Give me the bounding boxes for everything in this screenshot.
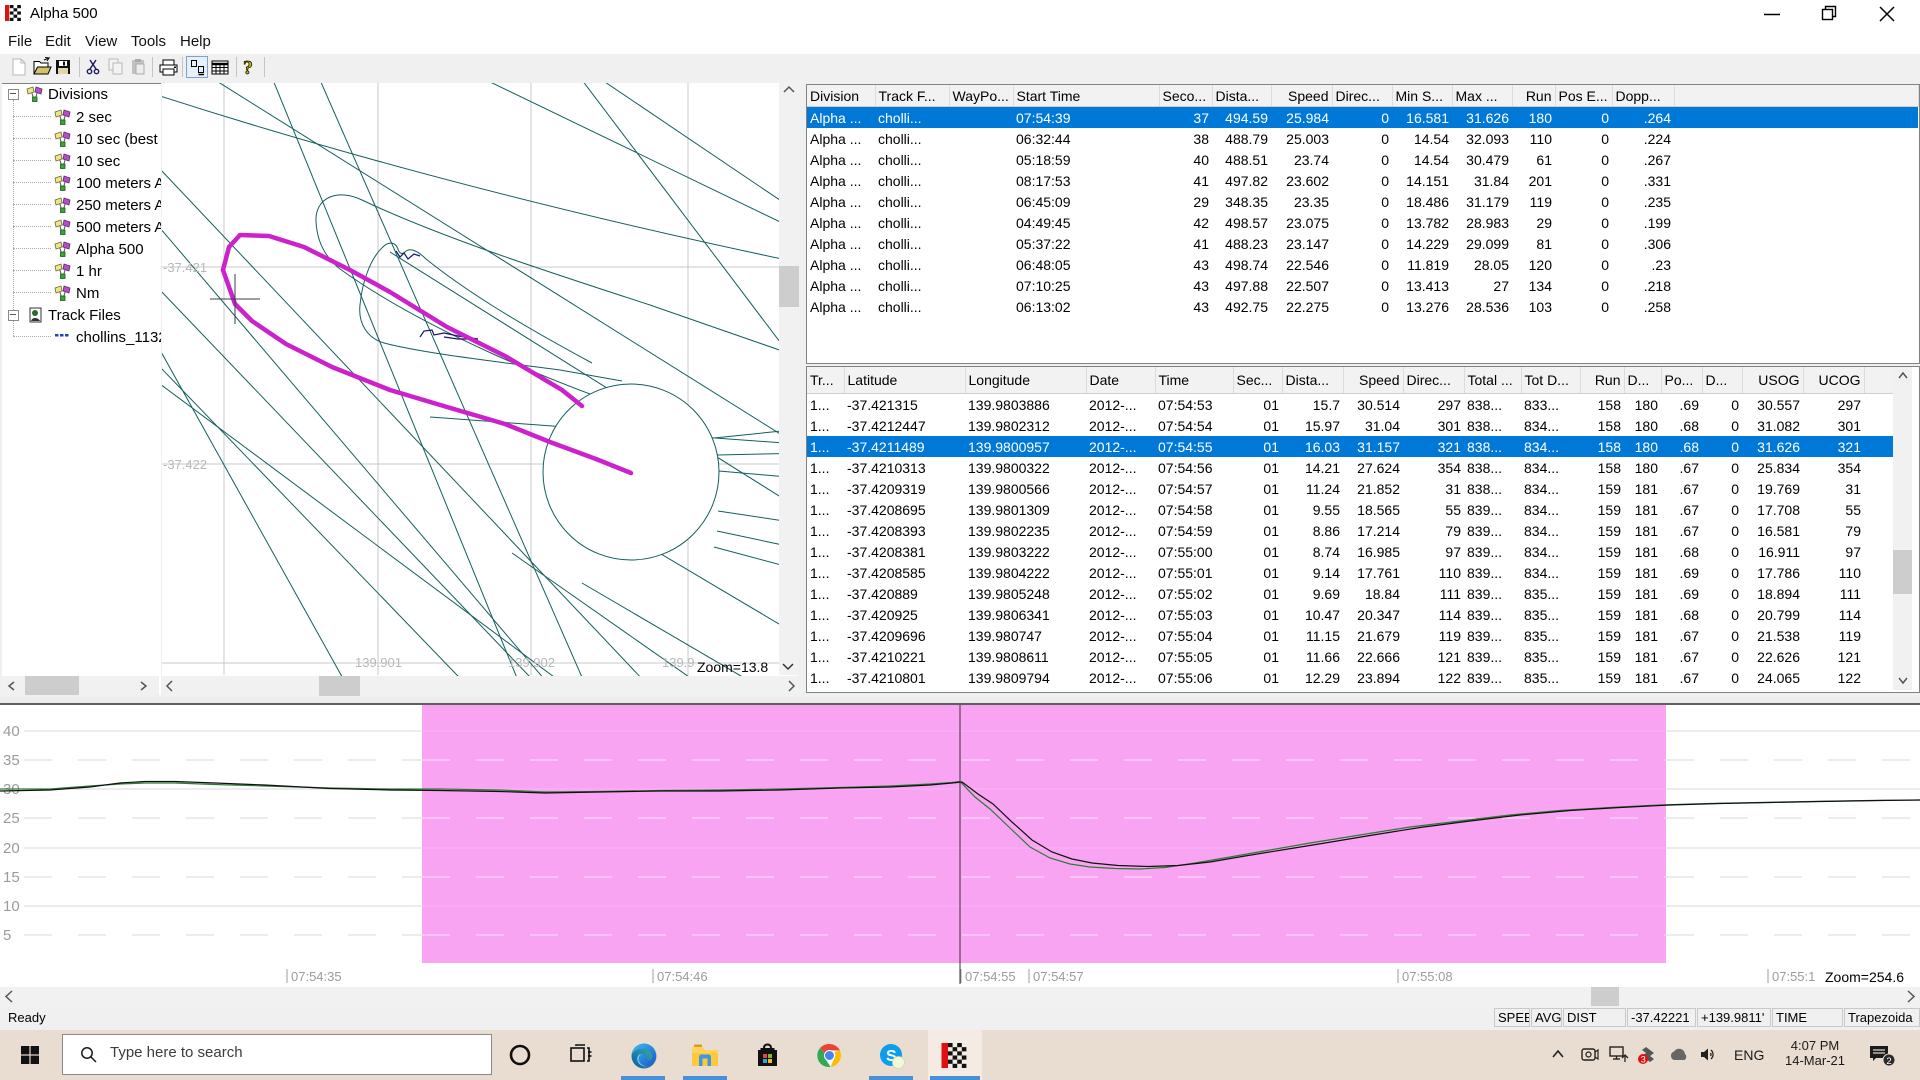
svg-text:139.9: 139.9 <box>662 655 695 670</box>
svg-text:07:55:08: 07:55:08 <box>1402 969 1453 984</box>
svg-text:5: 5 <box>3 927 11 944</box>
svg-text:-37.422: -37.422 <box>163 457 207 472</box>
svg-text:07:55:1: 07:55:1 <box>1772 969 1815 984</box>
svg-text:20: 20 <box>3 840 20 857</box>
svg-text:07:54:35: 07:54:35 <box>291 969 342 984</box>
svg-text:Zoom=13.8: Zoom=13.8 <box>697 659 768 675</box>
svg-text:25: 25 <box>3 810 20 827</box>
svg-text:35: 35 <box>3 752 20 769</box>
svg-text:15: 15 <box>3 869 20 886</box>
svg-text:139.902: 139.902 <box>508 655 555 670</box>
svg-text:-37.421: -37.421 <box>163 260 207 275</box>
svg-text:10: 10 <box>3 898 20 915</box>
svg-text:07:54:57: 07:54:57 <box>1033 969 1084 984</box>
svg-text:40: 40 <box>3 723 20 740</box>
svg-text:?: ? <box>243 57 253 78</box>
svg-text:07:54:55: 07:54:55 <box>965 969 1016 984</box>
svg-text:07:54:46: 07:54:46 <box>657 969 708 984</box>
svg-text:Zoom=254.6: Zoom=254.6 <box>1825 969 1904 985</box>
svg-text:2: 2 <box>1886 1056 1891 1067</box>
svg-text:139.901: 139.901 <box>355 655 402 670</box>
svg-text:3: 3 <box>1641 1055 1646 1065</box>
